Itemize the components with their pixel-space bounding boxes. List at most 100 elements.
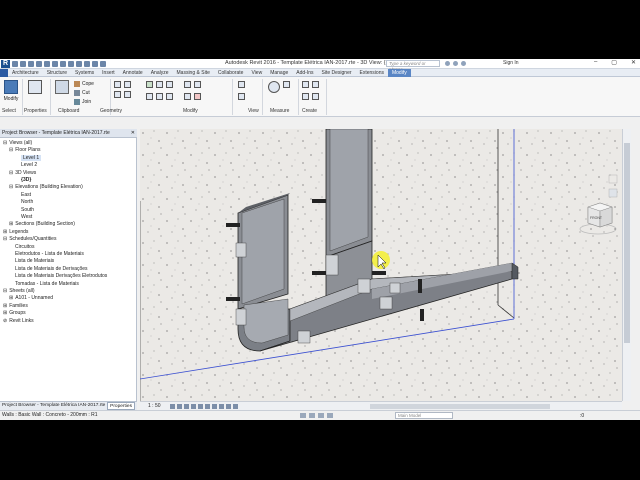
tree-expander-icon[interactable]: ⊞ bbox=[3, 310, 7, 316]
scrollbar-thumb[interactable] bbox=[624, 143, 630, 343]
tree-node[interactable]: Level 1 bbox=[21, 154, 42, 161]
tree-node[interactable]: East bbox=[21, 192, 31, 198]
temp-hide-icon[interactable] bbox=[226, 404, 231, 409]
tree-expander-icon[interactable]: ⊞ bbox=[9, 295, 13, 301]
tree-node[interactable]: Level 2 bbox=[21, 162, 37, 168]
save-icon[interactable] bbox=[20, 61, 26, 67]
tree-expander-icon[interactable]: ⊟ bbox=[9, 170, 13, 176]
join-button[interactable]: Join bbox=[74, 99, 91, 105]
section-icon[interactable] bbox=[76, 61, 82, 67]
worksets-icon[interactable] bbox=[300, 413, 306, 418]
tree-node[interactable]: Tomadas - Lista de Materiais bbox=[15, 281, 79, 287]
tab-project-browser[interactable]: Project Browser - Template Elétrica IAN-… bbox=[2, 403, 105, 408]
unpin-icon[interactable] bbox=[184, 93, 191, 100]
switch-windows-icon[interactable] bbox=[100, 61, 106, 67]
create-parts-icon[interactable] bbox=[312, 81, 319, 88]
cope-button[interactable]: Cope bbox=[74, 81, 94, 87]
tree-node[interactable]: ⊞ Legends bbox=[3, 229, 28, 235]
measure-icon[interactable] bbox=[268, 81, 280, 93]
tab-extensions[interactable]: Extensions bbox=[356, 69, 388, 77]
sun-path-icon[interactable] bbox=[184, 404, 189, 409]
mirror-draw-icon[interactable] bbox=[124, 91, 131, 98]
3d-view-canvas[interactable]: FRONT bbox=[140, 129, 622, 401]
tree-expander-icon[interactable]: ⊟ bbox=[3, 140, 7, 146]
copy-icon[interactable] bbox=[156, 81, 163, 88]
tree-node[interactable]: ⊟ Sheets (all) bbox=[3, 288, 35, 294]
select-links-icon[interactable] bbox=[327, 413, 333, 418]
align-icon[interactable] bbox=[114, 81, 121, 88]
tab-manage[interactable]: Manage bbox=[266, 69, 292, 77]
measure-icon[interactable] bbox=[52, 61, 58, 67]
cut-button[interactable]: Cut bbox=[74, 90, 90, 96]
tree-node[interactable]: Circuitos bbox=[15, 244, 34, 250]
close-button[interactable]: ✕ bbox=[631, 59, 636, 66]
tree-expander-icon[interactable]: ⊞ bbox=[3, 303, 7, 309]
reveal-hidden-icon[interactable] bbox=[233, 404, 238, 409]
revit-logo-icon[interactable]: R bbox=[1, 60, 10, 68]
split-icon[interactable] bbox=[156, 93, 163, 100]
tree-node[interactable]: ⊟ Floor Plans bbox=[9, 147, 41, 153]
offset-icon[interactable] bbox=[124, 81, 131, 88]
paste-button[interactable] bbox=[53, 80, 71, 106]
print-icon[interactable] bbox=[44, 61, 50, 67]
array-icon[interactable] bbox=[166, 93, 173, 100]
mirror-icon[interactable] bbox=[114, 91, 121, 98]
tree-expander-icon[interactable]: ⊞ bbox=[3, 229, 7, 235]
close-hidden-icon[interactable] bbox=[92, 61, 98, 67]
communication-icon[interactable] bbox=[453, 61, 458, 66]
thin-lines-icon[interactable] bbox=[84, 61, 90, 67]
tree-node[interactable]: ⊘ Revit Links bbox=[3, 318, 34, 324]
text-icon[interactable] bbox=[60, 61, 66, 67]
tab-architecture[interactable]: Architecture bbox=[8, 69, 43, 77]
override-graphics-icon[interactable] bbox=[238, 93, 245, 100]
filter-count[interactable]: :0 bbox=[580, 412, 584, 420]
trim-icon[interactable] bbox=[146, 93, 153, 100]
tree-node[interactable]: ⊞ Families bbox=[3, 303, 28, 309]
tree-node[interactable]: Lista de Materiais Derivações Eletroduto… bbox=[15, 273, 107, 279]
tab-annotate[interactable]: Annotate bbox=[119, 69, 147, 77]
delete-icon[interactable] bbox=[194, 93, 201, 100]
tab-systems[interactable]: Systems bbox=[71, 69, 98, 77]
render-icon[interactable] bbox=[198, 404, 203, 409]
open-icon[interactable] bbox=[12, 61, 18, 67]
tab-analyze[interactable]: Analyze bbox=[147, 69, 173, 77]
tab-add-ins[interactable]: Add-Ins bbox=[292, 69, 317, 77]
application-menu-button[interactable] bbox=[0, 69, 8, 77]
tree-expander-icon[interactable]: ⊟ bbox=[3, 288, 7, 294]
tab-insert[interactable]: Insert bbox=[98, 69, 119, 77]
tab-view[interactable]: View bbox=[247, 69, 266, 77]
tree-node[interactable]: South bbox=[21, 207, 34, 213]
create-assembly-icon[interactable] bbox=[302, 81, 309, 88]
maximize-button[interactable]: ▢ bbox=[611, 59, 617, 66]
active-model-dropdown[interactable]: Main Model bbox=[395, 412, 453, 419]
tree-node[interactable]: ⊟ Elevations (Building Elevation) bbox=[9, 184, 83, 190]
tab-massing-site[interactable]: Massing & Site bbox=[173, 69, 214, 77]
pin-icon[interactable] bbox=[194, 81, 201, 88]
minimize-button[interactable]: – bbox=[594, 59, 597, 66]
tab-collaborate[interactable]: Collaborate bbox=[214, 69, 248, 77]
tree-expander-icon[interactable]: ⊟ bbox=[9, 184, 13, 190]
tab-structure[interactable]: Structure bbox=[43, 69, 71, 77]
design-options-icon[interactable] bbox=[309, 413, 315, 418]
tree-expander-icon[interactable]: ⊟ bbox=[3, 236, 7, 242]
tree-node[interactable]: ⊟ Views (all) bbox=[3, 140, 32, 146]
properties-button[interactable] bbox=[26, 80, 44, 106]
tree-expander-icon[interactable]: ⊟ bbox=[9, 147, 13, 153]
vertical-scrollbar[interactable] bbox=[622, 129, 631, 401]
rotate-icon[interactable] bbox=[166, 81, 173, 88]
dimension-icon[interactable] bbox=[283, 81, 290, 88]
tree-expander-icon[interactable]: ⊞ bbox=[9, 221, 13, 227]
modify-button[interactable]: Modify bbox=[2, 80, 20, 106]
binoculars-icon[interactable] bbox=[445, 61, 450, 66]
lock-view-icon[interactable] bbox=[219, 404, 224, 409]
3d-view-icon[interactable] bbox=[68, 61, 74, 67]
star-icon[interactable] bbox=[461, 61, 466, 66]
search-input[interactable]: Type a keyword or phrase bbox=[386, 60, 440, 72]
tree-node[interactable]: ⊞ Sections (Building Section) bbox=[9, 221, 75, 227]
detail-level-icon[interactable] bbox=[170, 404, 175, 409]
visual-style-icon[interactable] bbox=[177, 404, 182, 409]
crop-view-icon[interactable] bbox=[205, 404, 210, 409]
tree-node[interactable]: North bbox=[21, 199, 33, 205]
scale-icon[interactable] bbox=[184, 81, 191, 88]
move-icon[interactable] bbox=[146, 81, 153, 88]
